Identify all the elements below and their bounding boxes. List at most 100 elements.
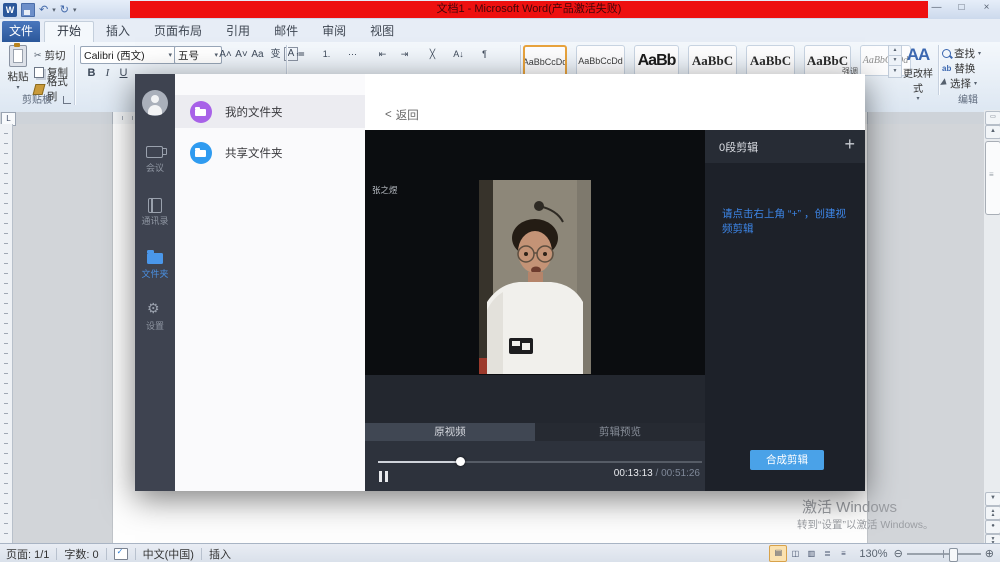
vertical-scrollbar[interactable]: ▭ ▲ ▼ ▲▲ ● ▼▼ bbox=[984, 110, 1000, 543]
tab-references[interactable]: 引用 bbox=[214, 21, 262, 42]
outline-view-icon[interactable]: ≣ bbox=[819, 546, 835, 561]
list-item-shared-folder[interactable]: 共享文件夹 bbox=[175, 138, 365, 168]
pause-icon[interactable] bbox=[379, 471, 388, 482]
tab-original-video[interactable]: 原视频 bbox=[365, 423, 535, 441]
language-indicator[interactable]: 中文(中国) bbox=[143, 546, 194, 562]
show-marks-icon[interactable]: ¶ bbox=[476, 47, 493, 62]
word-logo-icon: W bbox=[3, 3, 17, 17]
sidebar-item-settings[interactable]: 设置 bbox=[135, 319, 175, 332]
vertical-ruler[interactable] bbox=[0, 124, 13, 543]
speaker-name: 张之煜 bbox=[372, 184, 398, 196]
contacts-icon[interactable] bbox=[148, 198, 162, 213]
meeting-icon[interactable] bbox=[146, 146, 163, 158]
sidebar-item-meeting[interactable]: 会议 bbox=[135, 161, 175, 174]
proofing-icon[interactable] bbox=[114, 548, 128, 560]
multilevel-list-icon[interactable]: ⋯ bbox=[344, 47, 361, 62]
fullscreen-reading-view-icon[interactable]: ◫ bbox=[787, 546, 803, 561]
time-divider: / bbox=[656, 468, 659, 479]
avatar[interactable] bbox=[142, 90, 168, 116]
web-layout-view-icon[interactable]: ▥ bbox=[803, 546, 819, 561]
video-stage: 张之煜 bbox=[365, 130, 705, 375]
sort-icon[interactable]: A↓ bbox=[450, 47, 467, 62]
ruler-toggle-icon[interactable]: ▭ bbox=[985, 111, 1000, 125]
close-icon[interactable]: × bbox=[975, 1, 998, 16]
bold-button[interactable]: B bbox=[84, 66, 99, 81]
tab-clip-preview[interactable]: 剪辑预览 bbox=[535, 423, 705, 441]
style-chip-heading1[interactable]: AaBb bbox=[634, 45, 679, 76]
undo-icon[interactable]: ↶ bbox=[39, 3, 48, 17]
undo-dropdown-icon[interactable]: ▾ bbox=[52, 6, 56, 14]
previous-page-icon[interactable]: ▲▲ bbox=[985, 506, 1000, 520]
time-current: 00:13:13 bbox=[614, 468, 653, 479]
font-size-combobox[interactable]: 五号▾ bbox=[174, 46, 222, 64]
clips-hint-line1: 请点击右上角 “+” ，创建视 bbox=[722, 207, 852, 222]
dialog-header: < 返回 — × bbox=[365, 74, 865, 130]
change-styles-icon: AA bbox=[900, 45, 936, 65]
restore-icon[interactable]: □ bbox=[950, 1, 973, 16]
grow-font-icon[interactable]: A˄ bbox=[218, 47, 233, 62]
quick-access-toolbar: W ↶ ▾ ↻ ▾ bbox=[3, 1, 76, 18]
sidebar-item-folder[interactable]: 文件夹 bbox=[135, 267, 175, 280]
tab-insert[interactable]: 插入 bbox=[94, 21, 142, 42]
tab-file[interactable]: 文件 bbox=[2, 21, 40, 42]
scrollbar-thumb[interactable] bbox=[985, 141, 1000, 215]
zoom-out-icon[interactable]: ⊖ bbox=[894, 547, 903, 560]
tab-mailings[interactable]: 邮件 bbox=[262, 21, 310, 42]
bullets-icon[interactable]: ≔ bbox=[292, 47, 309, 62]
speaker-video bbox=[479, 180, 591, 374]
find-button[interactable]: 查找▾ bbox=[942, 46, 981, 60]
draft-view-icon[interactable]: ≡ bbox=[835, 546, 851, 561]
tab-page-layout[interactable]: 页面布局 bbox=[142, 21, 214, 42]
increase-indent-icon[interactable]: ⇥ bbox=[396, 47, 413, 62]
select-button[interactable]: 选择▾ bbox=[942, 76, 977, 90]
scroll-down-icon[interactable]: ▼ bbox=[985, 492, 1000, 506]
change-styles-button[interactable]: AA 更改样式 ▾ bbox=[900, 45, 936, 102]
folder-icon[interactable] bbox=[147, 253, 163, 264]
progress-handle[interactable] bbox=[456, 457, 465, 466]
zoom-slider-thumb[interactable] bbox=[949, 548, 958, 562]
asian-layout-icon[interactable]: ╳ bbox=[424, 47, 441, 62]
save-icon[interactable] bbox=[21, 3, 35, 17]
compose-clips-button[interactable]: 合成剪辑 bbox=[750, 450, 824, 470]
style-chip-no-spacing[interactable]: AaBbCcDd bbox=[576, 45, 625, 76]
decrease-indent-icon[interactable]: ⇤ bbox=[374, 47, 391, 62]
browse-object-icon[interactable]: ● bbox=[985, 520, 1000, 534]
italic-button[interactable]: I bbox=[100, 66, 115, 81]
underline-button[interactable]: U bbox=[116, 66, 131, 81]
settings-gear-icon[interactable]: ⚙ bbox=[147, 301, 160, 315]
print-layout-view-icon[interactable]: ▤ bbox=[769, 545, 787, 562]
zoom-slider[interactable] bbox=[907, 548, 981, 560]
minimize-icon[interactable]: — bbox=[925, 1, 948, 16]
shrink-font-icon[interactable]: A˅ bbox=[234, 47, 249, 62]
paste-dropdown-icon: ▾ bbox=[4, 84, 32, 91]
tab-view[interactable]: 视图 bbox=[358, 21, 406, 42]
tab-home[interactable]: 开始 bbox=[44, 21, 94, 42]
paste-button[interactable]: 粘贴 ▾ bbox=[4, 45, 32, 93]
back-button[interactable]: < 返回 bbox=[385, 107, 419, 123]
word-count[interactable]: 字数: 0 bbox=[64, 546, 98, 562]
my-folder-icon bbox=[190, 101, 212, 123]
clipboard-dialog-launcher-icon[interactable] bbox=[63, 96, 71, 104]
zoom-level[interactable]: 130% bbox=[859, 548, 887, 560]
numbering-icon[interactable]: 1. bbox=[318, 47, 335, 62]
add-clip-icon[interactable]: + bbox=[844, 134, 855, 155]
clips-hint-line2: 频剪辑 bbox=[722, 222, 852, 237]
phonetic-guide-icon[interactable]: 变 bbox=[268, 47, 283, 62]
qat-customize-icon[interactable]: ▾ bbox=[73, 6, 77, 14]
font-name-combobox[interactable]: Calibri (西文)▾ bbox=[80, 46, 176, 64]
page-count[interactable]: 页面: 1/1 bbox=[6, 546, 49, 562]
tab-review[interactable]: 审阅 bbox=[310, 21, 358, 42]
sidebar-item-contacts[interactable]: 通讯录 bbox=[135, 214, 175, 227]
window-controls: — □ × bbox=[925, 1, 998, 16]
redo-icon[interactable]: ↻ bbox=[60, 3, 69, 17]
style-chip-title[interactable]: AaBbC bbox=[746, 45, 795, 76]
style-chip-heading2[interactable]: AaBbC bbox=[688, 45, 737, 76]
select-icon bbox=[940, 78, 949, 87]
change-case-icon[interactable]: Aa bbox=[250, 47, 265, 62]
replace-button[interactable]: ab替换 bbox=[942, 61, 975, 75]
list-item-my-folder[interactable]: 我的文件夹 bbox=[175, 95, 365, 128]
insert-mode[interactable]: 插入 bbox=[209, 546, 231, 562]
zoom-in-icon[interactable]: ⊕ bbox=[985, 547, 994, 560]
cut-button[interactable]: ✂剪切 bbox=[34, 47, 66, 63]
scroll-up-icon[interactable]: ▲ bbox=[985, 125, 1000, 139]
